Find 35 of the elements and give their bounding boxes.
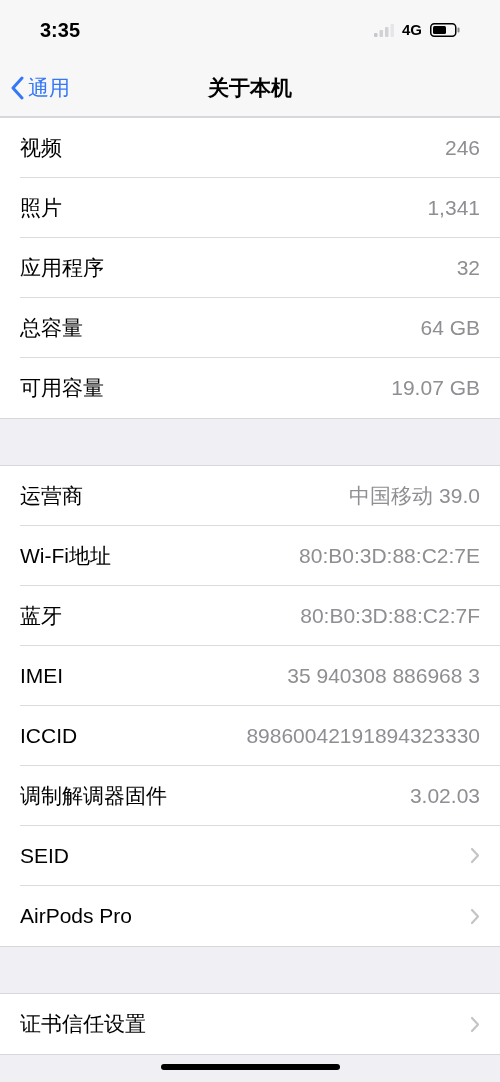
network-label: 4G [402,19,422,40]
row-label: 应用程序 [20,254,104,281]
row-value: 89860042191894323330 [246,722,480,749]
chevron-icon[interactable] [470,1015,480,1033]
page-title: 关于本机 [208,75,292,102]
row-label: 总容量 [20,314,83,341]
chevron-icon[interactable] [470,907,480,925]
status-time: 3:35 [40,18,81,43]
row-value: 80:B0:3D:88:C2:7F [300,602,480,629]
chevron-icon[interactable] [470,847,480,864]
back-button[interactable]: 通用 [10,72,70,104]
battery-icon [430,23,460,37]
row-label: ICCID [20,722,78,749]
row-label: 视频 [20,134,62,161]
row-label: 证书信任设置 [20,1011,146,1038]
row-label: 可用容量 [20,375,104,402]
row-value: 32 [456,254,480,281]
row-value: 中国移动 39.0 [349,482,480,509]
row-value: 1,341 [427,194,480,221]
row-label: IMEI [20,662,64,689]
row-label: AirPods Pro [20,903,133,930]
row-label: 调制解调器固件 [20,782,167,809]
row-label: Wi-Fi地址 [20,542,111,569]
row-value: 3.02.03 [409,782,480,809]
row-label: SEID [20,842,69,869]
row-value: 19.07 GB [391,375,480,402]
row-label: 蓝牙 [20,602,62,629]
signal-icon [374,23,394,37]
back-chevron-icon [10,75,24,100]
row-value: 80:B0:3D:88:C2:7E [299,542,480,569]
row-value: 246 [444,134,480,161]
row-label: 照片 [20,194,62,221]
row-label: 运营商 [20,482,83,509]
row-value: 35 940308 886968 3 [287,662,480,689]
row-value: 64 GB [420,314,480,341]
